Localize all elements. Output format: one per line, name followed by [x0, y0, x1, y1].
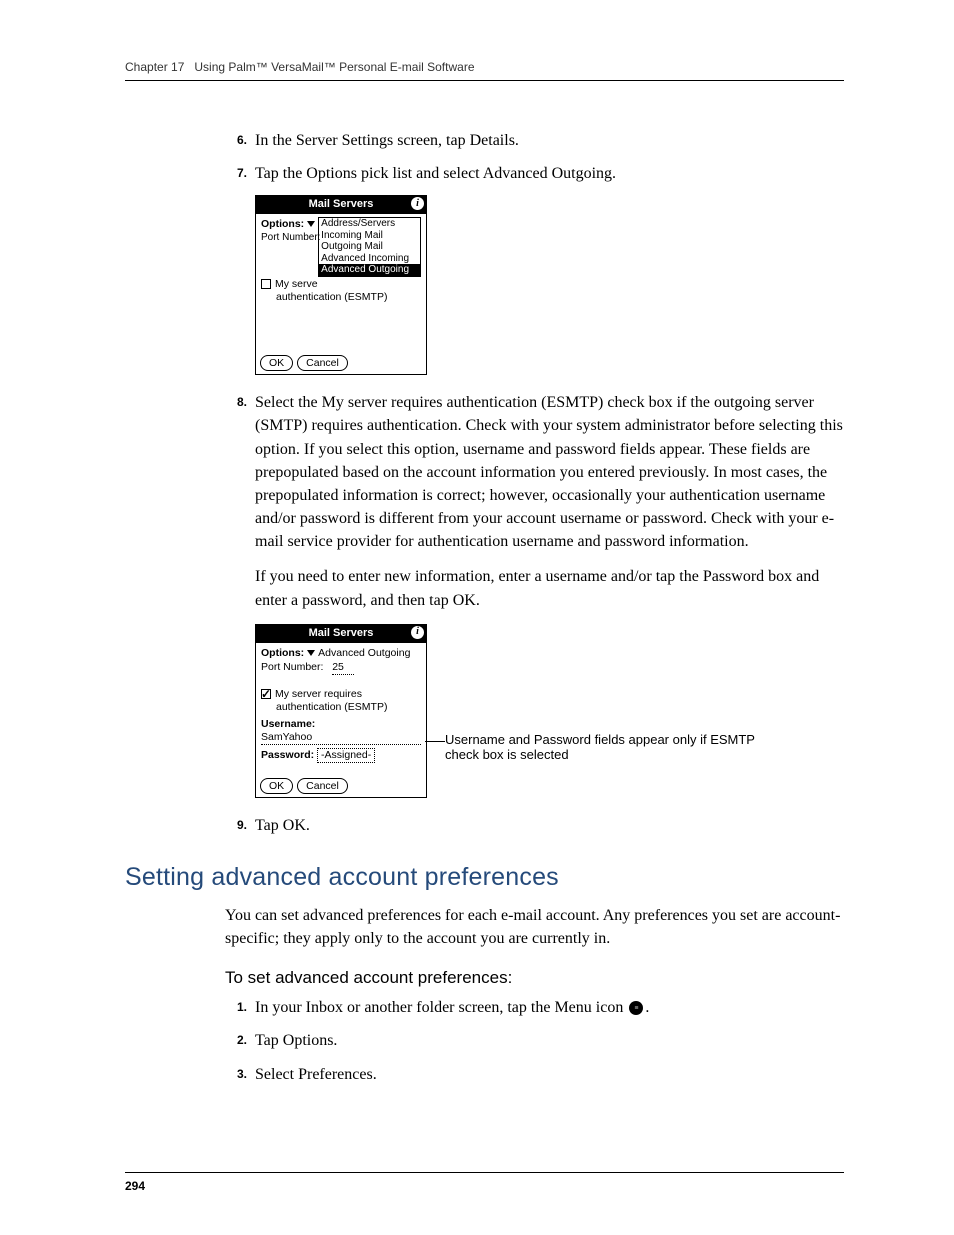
cancel-button[interactable]: Cancel — [297, 778, 348, 794]
info-icon: i — [411, 197, 424, 210]
chevron-down-icon — [307, 221, 315, 227]
palm-screenshot-2: Mail Servers i Options: Advanced Outgoin… — [255, 624, 427, 798]
section-heading: Setting advanced account preferences — [125, 863, 844, 892]
step-text: Select the My server requires authentica… — [255, 391, 844, 553]
step-number: 1. — [225, 996, 255, 1019]
step-number: 2. — [225, 1029, 255, 1052]
password-value[interactable]: -Assigned- — [317, 748, 375, 763]
username-label: Username: — [261, 718, 421, 731]
esmtp-checkbox[interactable] — [261, 279, 271, 289]
step-text: In your Inbox or another folder screen, … — [255, 996, 844, 1019]
section-intro: You can set advanced preferences for eac… — [225, 904, 844, 950]
step-number: 9. — [225, 814, 255, 837]
step-text: In the Server Settings screen, tap Detai… — [255, 129, 844, 152]
esmtp-checkbox[interactable] — [261, 689, 271, 699]
check-text: My serve — [275, 278, 318, 290]
auth-line: authentication (ESMTP) — [261, 701, 421, 714]
figure-callout: Username and Password fields appear only… — [445, 732, 765, 762]
palm-titlebar: Mail Servers i — [256, 196, 426, 214]
auth-line: authentication (ESMTP) — [261, 291, 421, 304]
options-label: Options: — [261, 647, 318, 660]
menu-icon: ≡ — [629, 1001, 643, 1015]
page-number: 294 — [125, 1172, 844, 1193]
chapter-title: Using Palm™ VersaMail™ Personal E-mail S… — [194, 60, 474, 74]
info-icon: i — [411, 626, 424, 639]
chevron-down-icon — [307, 650, 315, 656]
step-text: Tap Options. — [255, 1029, 844, 1052]
step-number: 7. — [225, 162, 255, 185]
username-value[interactable]: SamYahoo — [261, 731, 421, 745]
subheading: To set advanced account preferences: — [225, 968, 844, 988]
chapter-label: Chapter 17 — [125, 60, 184, 74]
palm-screenshot-1: Mail Servers i Options: Address/Servers … — [255, 195, 427, 375]
palm-titlebar: Mail Servers i — [256, 625, 426, 643]
step-number: 8. — [225, 391, 255, 553]
paragraph: If you need to enter new information, en… — [255, 565, 844, 611]
cancel-button[interactable]: Cancel — [297, 355, 348, 371]
password-label: Password: — [261, 749, 314, 761]
options-value[interactable]: Advanced Outgoing — [318, 647, 410, 660]
step-number: 3. — [225, 1063, 255, 1086]
check-text: My server requires — [275, 688, 362, 700]
step-number: 6. — [225, 129, 255, 152]
port-label: Port Number: — [261, 661, 323, 674]
options-label: Options: — [261, 218, 318, 231]
ok-button[interactable]: OK — [260, 355, 293, 371]
step-text: Select Preferences. — [255, 1063, 844, 1086]
step-text: Tap OK. — [255, 814, 844, 837]
ok-button[interactable]: OK — [260, 778, 293, 794]
port-value[interactable]: 25 — [332, 661, 354, 675]
options-dropdown[interactable]: Address/Servers Incoming Mail Outgoing M… — [318, 217, 421, 277]
running-header: Chapter 17 Using Palm™ VersaMail™ Person… — [125, 60, 844, 81]
step-text: Tap the Options pick list and select Adv… — [255, 162, 844, 185]
